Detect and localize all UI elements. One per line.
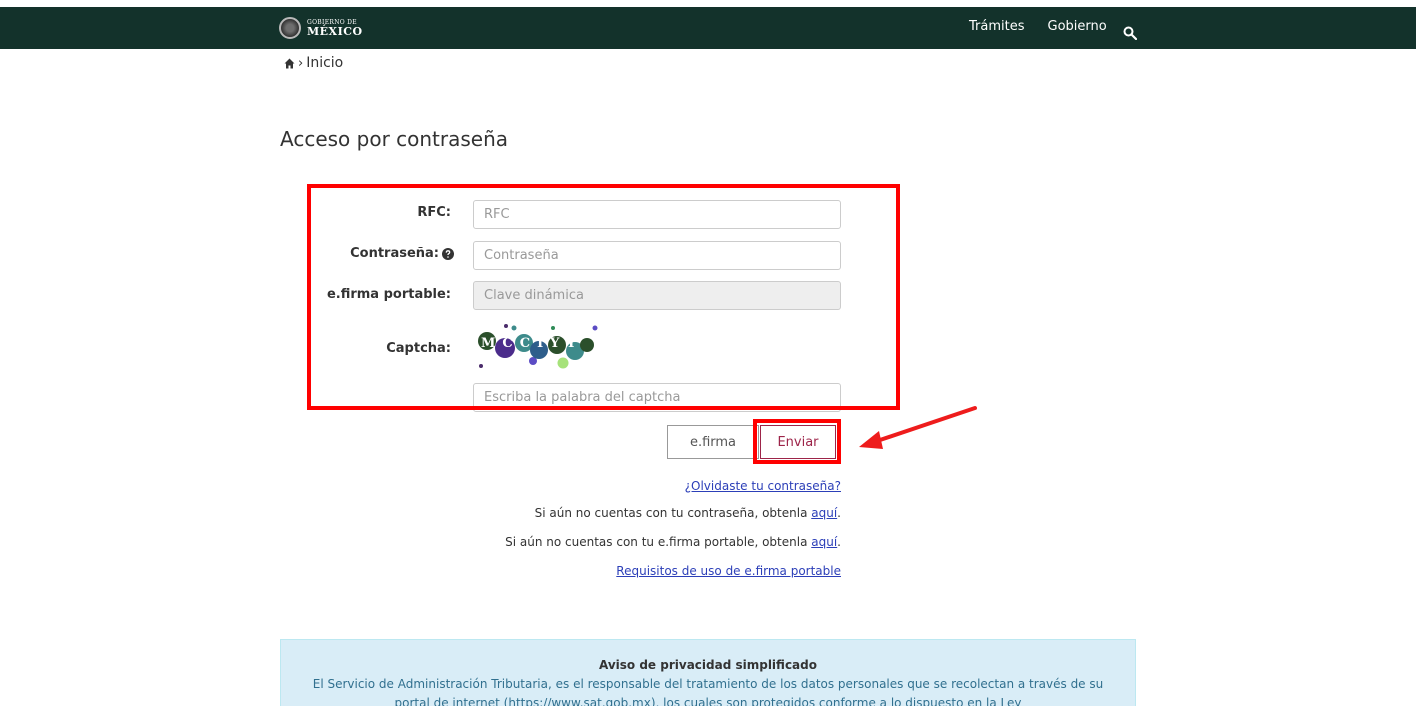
forgot-password-row: ¿Olvidaste tu contraseña? [685,479,841,493]
gobierno-mexico-logo[interactable]: GOBIERNO DE MÉXICO [279,14,363,42]
red-arrow-icon [859,406,977,449]
get-efirma-link[interactable]: aquí [811,535,837,549]
privacy-text: El Servicio de Administración Tributaria… [312,677,1104,706]
no-efirma-text: Si aún no cuentas con tu e.firma portabl… [505,535,812,549]
efirma-button[interactable]: e.firma [667,425,759,459]
get-password-link[interactable]: aquí [811,506,837,520]
highlight-form-box [307,184,900,410]
no-efirma-row: Si aún no cuentas con tu e.firma portabl… [505,535,841,549]
home-icon[interactable] [284,58,295,69]
logo-big-text: MÉXICO [307,24,363,38]
period: . [837,506,841,520]
logo-text: GOBIERNO DE MÉXICO [307,19,363,38]
requirements-row: Requisitos de uso de e.firma portable [616,564,841,578]
breadcrumb: › Inicio [284,55,343,71]
highlight-send-box [753,419,841,464]
breadcrumb-current: Inicio [306,55,344,71]
nav-links: Trámites Gobierno [969,19,1130,34]
nav-link-tramites[interactable]: Trámites [969,19,1025,34]
search-icon[interactable] [1123,26,1137,40]
coat-of-arms-icon [279,17,301,39]
privacy-notice: Aviso de privacidad simplificado El Serv… [280,639,1136,706]
top-navbar: GOBIERNO DE MÉXICO Trámites Gobierno [0,7,1416,49]
no-password-row: Si aún no cuentas con tu contraseña, obt… [535,506,841,520]
privacy-title: Aviso de privacidad simplificado [598,658,817,672]
efirma-requirements-link[interactable]: Requisitos de uso de e.firma portable [616,564,841,578]
forgot-password-link[interactable]: ¿Olvidaste tu contraseña? [685,479,841,493]
period: . [837,535,841,549]
no-password-text: Si aún no cuentas con tu contraseña, obt… [534,506,812,520]
nav-link-gobierno[interactable]: Gobierno [1048,19,1107,34]
breadcrumb-separator: › [298,55,304,71]
page-title: Acceso por contraseña [280,127,509,151]
